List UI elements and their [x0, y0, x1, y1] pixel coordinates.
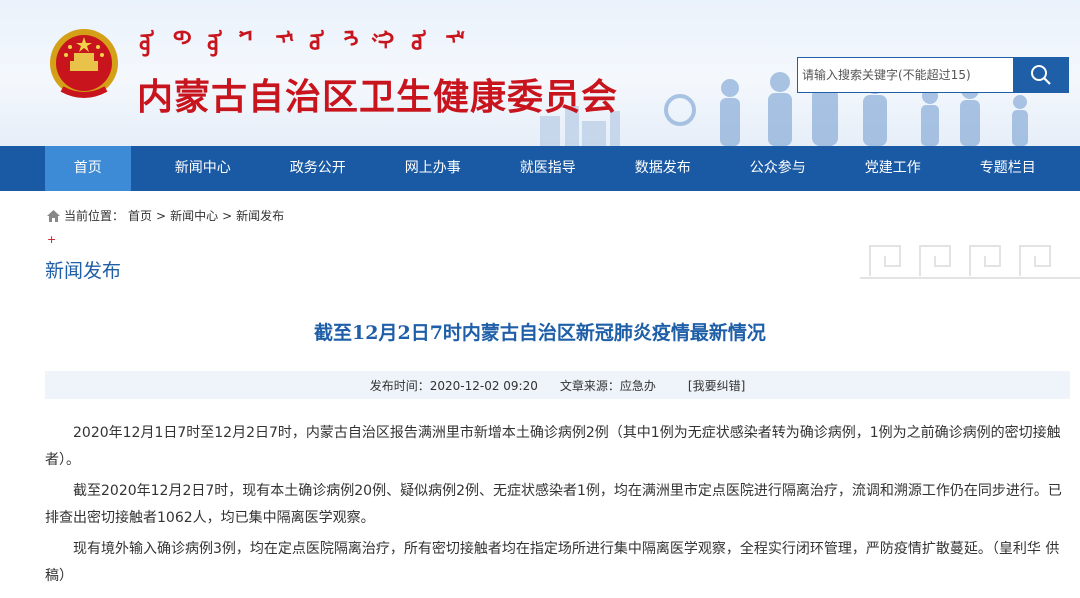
search-button[interactable]: [1013, 57, 1069, 93]
mongolian-glyph: ᠮ: [269, 30, 295, 44]
breadcrumb-news-release[interactable]: 新闻发布: [236, 207, 284, 224]
mongolian-glyph: ᠣ: [405, 30, 431, 51]
mongolian-glyph: ᠣ: [303, 30, 329, 51]
mongolian-glyph: ᠪ: [167, 30, 193, 45]
mongolian-glyph: ᠷ: [235, 30, 261, 41]
breadcrumb: 当前位置： 首页 > 新闻中心 > 新闻发布: [47, 207, 284, 224]
site-title[interactable]: 内蒙古自治区卫生健康委员会: [137, 68, 618, 120]
breadcrumb-separator: >: [222, 208, 233, 223]
article-paragraph: 2020年12月1日7时至12月2日7时，内蒙古自治区报告满洲里市新增本土确诊病…: [45, 425, 1061, 468]
publish-info: 发布时间：2020-12-02 09:20: [370, 377, 538, 394]
article-body: 2020年12月1日7时至12月2日7时，内蒙古自治区报告满洲里市新增本土确诊病…: [45, 420, 1070, 594]
section-title: 新闻发布: [45, 260, 122, 282]
main-nav: 首页 新闻中心 政务公开 网上办事 就医指导 数据发布 公众参与 党建工作 专题…: [0, 146, 1080, 191]
section-marker: +: [47, 233, 57, 246]
site-header: ᠥ ᠪ ᠥ ᠷ ᠮ ᠣ ᠩ ᠭ ᠣ ᠯ 内蒙古自治区卫生健康委员会: [0, 0, 1080, 146]
nav-item-public-participation[interactable]: 公众参与: [735, 146, 821, 191]
article-paragraph: 现有境外输入确诊病例3例，均在定点医院隔离治疗，所有密切接触者均在指定场所进行集…: [45, 541, 1060, 584]
home-icon: [47, 209, 60, 222]
nav-item-government-affairs[interactable]: 政务公开: [275, 146, 361, 191]
search-box: [797, 57, 1069, 93]
source-value: 应急办: [619, 378, 656, 393]
article-meta-bar: 发布时间：2020-12-02 09:20 文章来源：应急办 [我要纠错]: [45, 371, 1070, 399]
nav-item-news-center[interactable]: 新闻中心: [160, 146, 246, 191]
article-paragraph: 截至2020年12月2日7时，现有本土确诊病例20例、疑似病例2例、无症状感染者…: [45, 483, 1062, 526]
nav-item-online-services[interactable]: 网上办事: [390, 146, 476, 191]
nav-item-party-building[interactable]: 党建工作: [850, 146, 936, 191]
article-title: 截至12月2日7时内蒙古自治区新冠肺炎疫情最新情况: [314, 322, 766, 344]
source-label: 文章来源：: [559, 378, 620, 393]
nav-item-data-release[interactable]: 数据发布: [620, 146, 706, 191]
nav-item-home[interactable]: 首页: [45, 146, 131, 191]
mongolian-glyph: ᠩ: [337, 30, 363, 47]
mongolian-glyph: ᠭ: [371, 30, 397, 49]
mongolian-title: ᠥ ᠪ ᠥ ᠷ ᠮ ᠣ ᠩ ᠭ ᠣ ᠯ: [133, 20, 465, 58]
nav-item-special-topics[interactable]: 专题栏目: [965, 146, 1051, 191]
breadcrumb-separator: >: [156, 208, 167, 223]
breadcrumb-home[interactable]: 首页: [128, 207, 152, 224]
national-emblem-logo: [50, 29, 118, 98]
search-input[interactable]: [797, 57, 1013, 93]
pattern-decoration: [860, 245, 1080, 279]
publish-label: 发布时间：: [369, 378, 430, 393]
source-info: 文章来源：应急办: [560, 377, 656, 394]
publish-time: 2020-12-02 09:20: [429, 378, 538, 393]
nav-item-medical-guide[interactable]: 就医指导: [505, 146, 591, 191]
search-icon: [1031, 65, 1051, 85]
mongolian-glyph: ᠥ: [133, 30, 159, 58]
mongolian-glyph: ᠥ: [201, 30, 227, 58]
mongolian-glyph: ᠯ: [439, 30, 465, 44]
breadcrumb-news-center[interactable]: 新闻中心: [170, 207, 218, 224]
breadcrumb-label: 当前位置：: [64, 209, 125, 223]
report-error-link[interactable]: [我要纠错]: [688, 377, 745, 394]
